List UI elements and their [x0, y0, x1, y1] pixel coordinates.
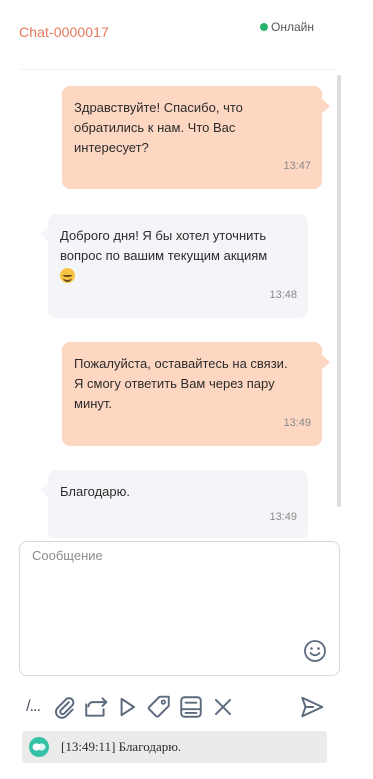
message-text: Пожалуйста, оставайтесь на связи. Я смог…	[74, 356, 288, 411]
archive-icon[interactable]	[178, 694, 204, 720]
message-text: Здравствуйте! Спасибо, что обратились к …	[74, 100, 243, 155]
message-input[interactable]	[20, 542, 339, 675]
message-bubble-outgoing: Пожалуйста, оставайтесь на связи. Я смог…	[62, 342, 330, 446]
message-time: 13:49	[269, 511, 297, 523]
emoji-picker-icon[interactable]	[303, 639, 327, 663]
send-icon[interactable]	[299, 694, 325, 720]
message-time: 13:47	[283, 160, 311, 172]
status-label: Онлайн	[271, 20, 314, 34]
notification-text: [13:49:11] Благодарю.	[61, 739, 182, 754]
message-composer	[19, 541, 340, 676]
chat-header: Chat-0000017 Онлайн	[0, 0, 373, 70]
paperclip-icon[interactable]	[51, 694, 77, 720]
message-time: 13:48	[269, 289, 297, 301]
message-bubble-outgoing: Здравствуйте! Спасибо, что обратились к …	[62, 86, 330, 189]
chat-bubbles-icon	[29, 737, 49, 757]
message-list[interactable]: Здравствуйте! Спасибо, что обратились к …	[0, 70, 373, 538]
message-list-scrollbar[interactable]	[337, 75, 341, 507]
message-bubble-incoming: Доброго дня! Я бы хотел уточнить вопрос …	[40, 214, 308, 318]
commands-button[interactable]: /...	[20, 694, 46, 720]
tag-icon[interactable]	[146, 694, 172, 720]
close-icon[interactable]	[210, 694, 236, 720]
message-text: Благодарю.	[60, 484, 131, 499]
message-bubble-incoming: Благодарю. 13:49	[40, 470, 308, 538]
message-time: 13:49	[283, 417, 311, 429]
chat-title: Chat-0000017	[19, 24, 109, 40]
status-indicator: Онлайн	[260, 20, 314, 34]
message-notification[interactable]: [13:49:11] Благодарю.	[22, 731, 327, 763]
play-icon[interactable]	[114, 694, 140, 720]
online-dot-icon	[260, 23, 269, 31]
smiling-face-icon	[60, 268, 75, 283]
forward-icon[interactable]	[83, 694, 109, 720]
composer-toolbar: /...	[0, 692, 373, 722]
message-text: Доброго дня! Я бы хотел уточнить вопрос …	[60, 228, 268, 263]
